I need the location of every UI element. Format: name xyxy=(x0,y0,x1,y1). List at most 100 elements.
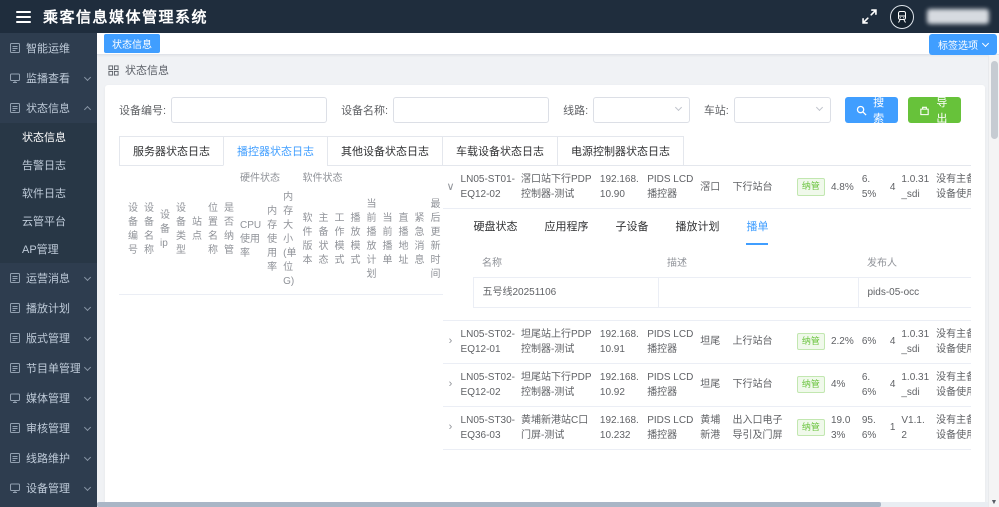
subtable-row: 五号线20251106pids-05-occ2025-11-05 03:00:0… xyxy=(474,277,971,307)
tab-controller-status-log[interactable]: 播控器状态日志 xyxy=(223,136,328,166)
tab-power-controller-status-log[interactable]: 电源控制器状态日志 xyxy=(557,136,684,166)
playlist-subtable: 名称描述发布人开始时间结束时间更新时间五号线20251106pids-05-oc… xyxy=(473,251,971,308)
tab-vehicle-device-status-log[interactable]: 车载设备状态日志 xyxy=(442,136,558,166)
breadcrumb-label: 状态信息 xyxy=(125,62,169,78)
cell-mem: 6% xyxy=(859,320,887,363)
status-info-icon xyxy=(9,102,21,114)
scroll-down-arrow-icon[interactable]: ▼ xyxy=(989,499,999,506)
sidebar-item-label: 媒体管理 xyxy=(26,390,80,406)
menu-toggle-icon[interactable] xyxy=(16,11,31,23)
table-row: ∨LN05-ST01-EQ12-02滘口站下行PDP控制器-测试192.168.… xyxy=(443,166,971,209)
sidebar-item-broadcast-view[interactable]: 监播查看 xyxy=(0,63,97,93)
subtab-play-plan[interactable]: 播放计划 xyxy=(675,219,719,245)
ops-message-icon xyxy=(9,272,21,284)
sidebar-item-layout-mgmt[interactable]: 版式管理 xyxy=(0,323,97,353)
sidebar-item-play-plan[interactable]: 播放计划 xyxy=(0,293,97,323)
cell-version: 1.0.31_sdi xyxy=(898,166,933,209)
horizontal-scrollbar-thumb[interactable] xyxy=(97,502,881,507)
cell-station: 坦尾 xyxy=(697,320,729,363)
column-header: 是否纳管 xyxy=(221,166,237,295)
sidebar-nav: 智能运维监播查看状态信息状态信息告警日志软件日志云管平台AP管理运营消息播放计划… xyxy=(0,33,97,503)
tab-server-status-log[interactable]: 服务器状态日志 xyxy=(119,136,224,166)
play-plan-icon xyxy=(9,302,21,314)
sidebar-item-status-info[interactable]: 状态信息 xyxy=(0,93,97,123)
subtable-cell-name: 五号线20251106 xyxy=(474,277,659,307)
software-status-group-header: 软件状态 xyxy=(299,166,443,186)
sidebar-item-review-mgmt[interactable]: 审核管理 xyxy=(0,413,97,443)
column-header: 位置名称 xyxy=(205,166,221,295)
vertical-scrollbar[interactable]: ▼ xyxy=(988,55,999,507)
column-header: CPU使用率 xyxy=(237,186,264,295)
subtab-disk-status[interactable]: 硬盘状态 xyxy=(473,219,517,245)
subtable-cell-desc xyxy=(659,277,859,307)
cell-cpu: 2.2% xyxy=(828,320,859,363)
horizontal-scrollbar[interactable] xyxy=(97,502,988,507)
search-button[interactable]: 搜索 xyxy=(845,97,898,123)
device-code-input[interactable] xyxy=(171,97,327,123)
sidebar-item-label: 设备管理 xyxy=(26,480,80,496)
cell-station: 坦尾 xyxy=(697,363,729,406)
subtab-applications[interactable]: 应用程序 xyxy=(544,219,588,245)
user-avatar-train-icon[interactable] xyxy=(890,5,914,29)
device-code-label: 设备编号: xyxy=(119,102,166,118)
sidebar-item-media-mgmt[interactable]: 媒体管理 xyxy=(0,383,97,413)
sidebar-item-program-mgmt[interactable]: 节目单管理 xyxy=(0,353,97,383)
managed-badge: 纳管 xyxy=(797,419,825,437)
sidebar-subitem-software-log[interactable]: 软件日志 xyxy=(0,179,97,207)
sidebar-item-smart-ops[interactable]: 智能运维 xyxy=(0,33,97,63)
sidebar-item-ops-message[interactable]: 运营消息 xyxy=(0,263,97,293)
cell-cpu: 19.03% xyxy=(828,406,859,449)
column-header: 播放模式 xyxy=(347,186,363,295)
collapse-row-icon[interactable]: ∨ xyxy=(443,166,457,209)
column-header: 站点 xyxy=(189,166,205,295)
expand-row-icon[interactable]: › xyxy=(443,320,457,363)
device-mgmt-icon xyxy=(9,482,21,494)
cell-memsize: 4 xyxy=(887,320,899,363)
export-button[interactable]: 导出 xyxy=(908,97,961,123)
sidebar-subitem-cloud-platform[interactable]: 云管平台 xyxy=(0,207,97,235)
cell-code: LN05-ST01-EQ12-02 xyxy=(458,166,518,209)
cell-ip: 192.168.10.92 xyxy=(597,363,644,406)
sidebar-subitem-label: AP管理 xyxy=(22,241,90,257)
column-header: 软件版本 xyxy=(299,186,315,295)
sidebar-item-line-maintenance[interactable]: 线路维护 xyxy=(0,443,97,473)
sidebar-item-device-mgmt[interactable]: 设备管理 xyxy=(0,473,97,503)
fullscreen-icon[interactable] xyxy=(862,9,877,24)
cell-location: 下行站台 xyxy=(729,166,793,209)
cell-cpu: 4% xyxy=(828,363,859,406)
media-mgmt-icon xyxy=(9,392,21,404)
cell-memsize: 4 xyxy=(887,166,899,209)
cell-version: 1.0.31_sdi xyxy=(898,363,933,406)
column-header: 设备编号 xyxy=(125,166,141,295)
sidebar-subitem-status-info[interactable]: 状态信息 xyxy=(0,123,97,151)
tab-other-device-status-log[interactable]: 其他设备状态日志 xyxy=(327,136,443,166)
vertical-scrollbar-thumb[interactable] xyxy=(991,61,998,139)
device-name-input[interactable] xyxy=(393,97,549,123)
sidebar-subitem-label: 软件日志 xyxy=(22,185,90,201)
sidebar-item-label: 版式管理 xyxy=(26,330,80,346)
sidebar-item-label: 审核管理 xyxy=(26,420,80,436)
line-maintenance-icon xyxy=(9,452,21,464)
sidebar-item-label: 监播查看 xyxy=(26,70,80,86)
hardware-status-group-header: 硬件状态 xyxy=(237,166,299,186)
station-label: 车站: xyxy=(704,102,729,118)
subtab-sub-devices[interactable]: 子设备 xyxy=(615,219,648,245)
sidebar-subitem-ap-mgmt[interactable]: AP管理 xyxy=(0,235,97,263)
expand-row-icon[interactable]: › xyxy=(443,363,457,406)
cell-station: 滘口 xyxy=(697,166,729,209)
column-header: 主备状态 xyxy=(315,186,331,295)
line-select[interactable] xyxy=(593,97,690,123)
active-tag[interactable]: 状态信息 xyxy=(104,34,160,53)
subtable-column-header: 描述 xyxy=(659,251,859,278)
table-row: ›LN05-ST02-EQ12-01坦尾站上行PDP控制器-测试192.168.… xyxy=(443,320,971,363)
subtable-column-header: 名称 xyxy=(474,251,659,278)
subtable-cell-publisher: pids-05-occ xyxy=(859,277,971,307)
station-select[interactable] xyxy=(734,97,831,123)
column-header: 内存使用率 xyxy=(264,186,280,295)
subtab-playlist[interactable]: 播单 xyxy=(746,219,768,245)
sidebar-subitem-alarm-log[interactable]: 告警日志 xyxy=(0,151,97,179)
expand-row-icon[interactable]: › xyxy=(443,406,457,449)
column-header: 最后更新时间 xyxy=(427,186,443,295)
tag-options-button[interactable]: 标签选项 xyxy=(929,34,997,55)
cell-name: 黄埔新港站C口门屏-测试 xyxy=(518,406,597,449)
